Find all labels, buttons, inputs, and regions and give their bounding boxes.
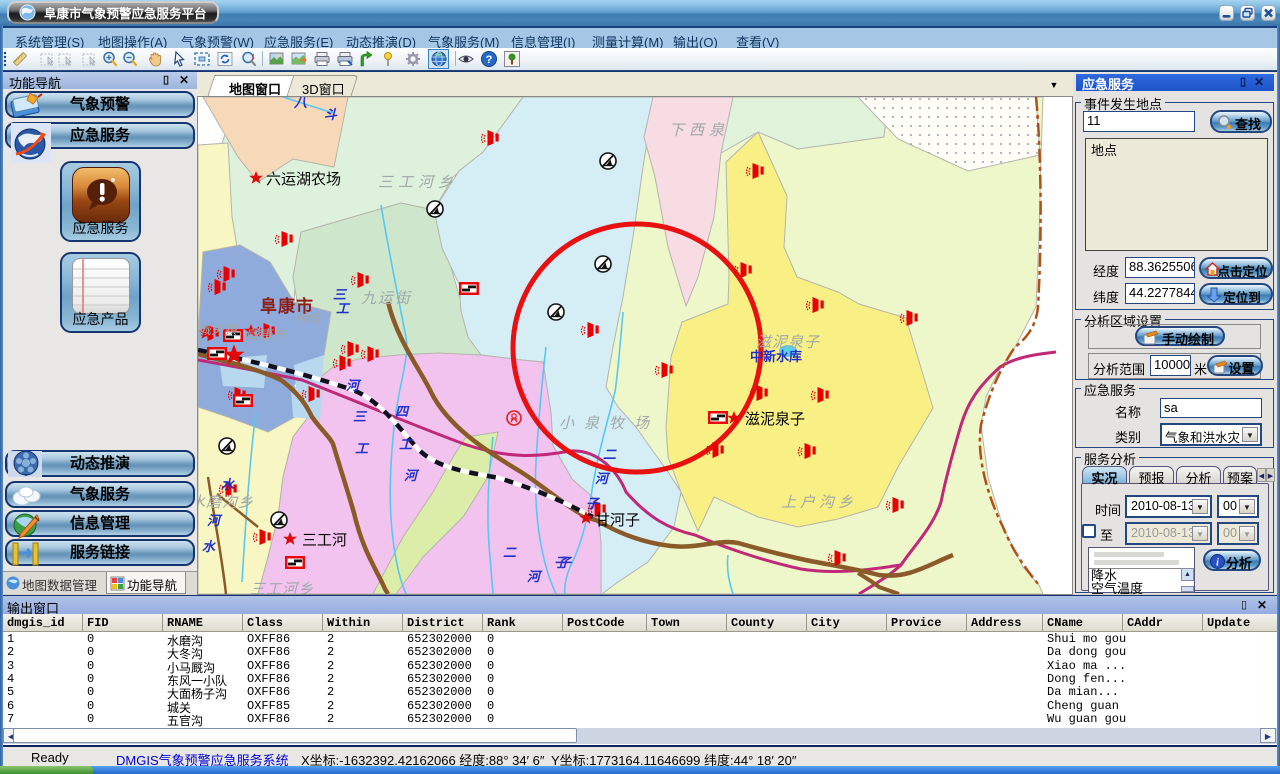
- svg-text:水: 水: [221, 477, 235, 492]
- svg-text:九运街: 九运街: [361, 290, 413, 307]
- svg-text:工: 工: [355, 441, 370, 456]
- svg-text:阜康市: 阜康市: [260, 296, 314, 316]
- svg-text:三: 三: [333, 287, 348, 302]
- svg-text:下西泉: 下西泉: [669, 122, 729, 139]
- svg-text:四: 四: [395, 404, 410, 419]
- svg-text:三工河乡: 三工河乡: [378, 174, 458, 191]
- svg-text:工: 工: [399, 437, 414, 452]
- svg-text:斗: 斗: [324, 107, 338, 122]
- svg-text:滋泥泉子: 滋泥泉子: [745, 411, 805, 428]
- svg-text:三工河: 三工河: [302, 532, 347, 549]
- svg-text:阜康市: 阜康市: [244, 327, 288, 343]
- svg-text:甘河子: 甘河子: [595, 512, 640, 529]
- svg-text:城关镇: 城关镇: [198, 322, 239, 337]
- svg-text:二: 二: [603, 447, 617, 462]
- svg-text:水磨沟乡: 水磨沟乡: [198, 494, 254, 511]
- svg-text:中新水库: 中新水库: [750, 349, 802, 364]
- svg-text:三工河乡: 三工河乡: [250, 581, 314, 594]
- svg-text:子: 子: [586, 496, 601, 511]
- svg-text:水: 水: [202, 539, 216, 554]
- svg-text:小泉牧场: 小泉牧场: [559, 415, 659, 432]
- svg-text:六运湖农场: 六运湖农场: [266, 171, 341, 188]
- svg-text:i: i: [1216, 558, 1219, 569]
- svg-text:子: 子: [554, 555, 569, 570]
- svg-text:八: 八: [293, 97, 308, 110]
- svg-text:?: ?: [486, 54, 493, 66]
- svg-text:二: 二: [503, 545, 517, 560]
- svg-text:工: 工: [336, 301, 351, 316]
- svg-text:上户沟乡: 上户沟乡: [781, 494, 857, 511]
- svg-text:三: 三: [353, 409, 368, 424]
